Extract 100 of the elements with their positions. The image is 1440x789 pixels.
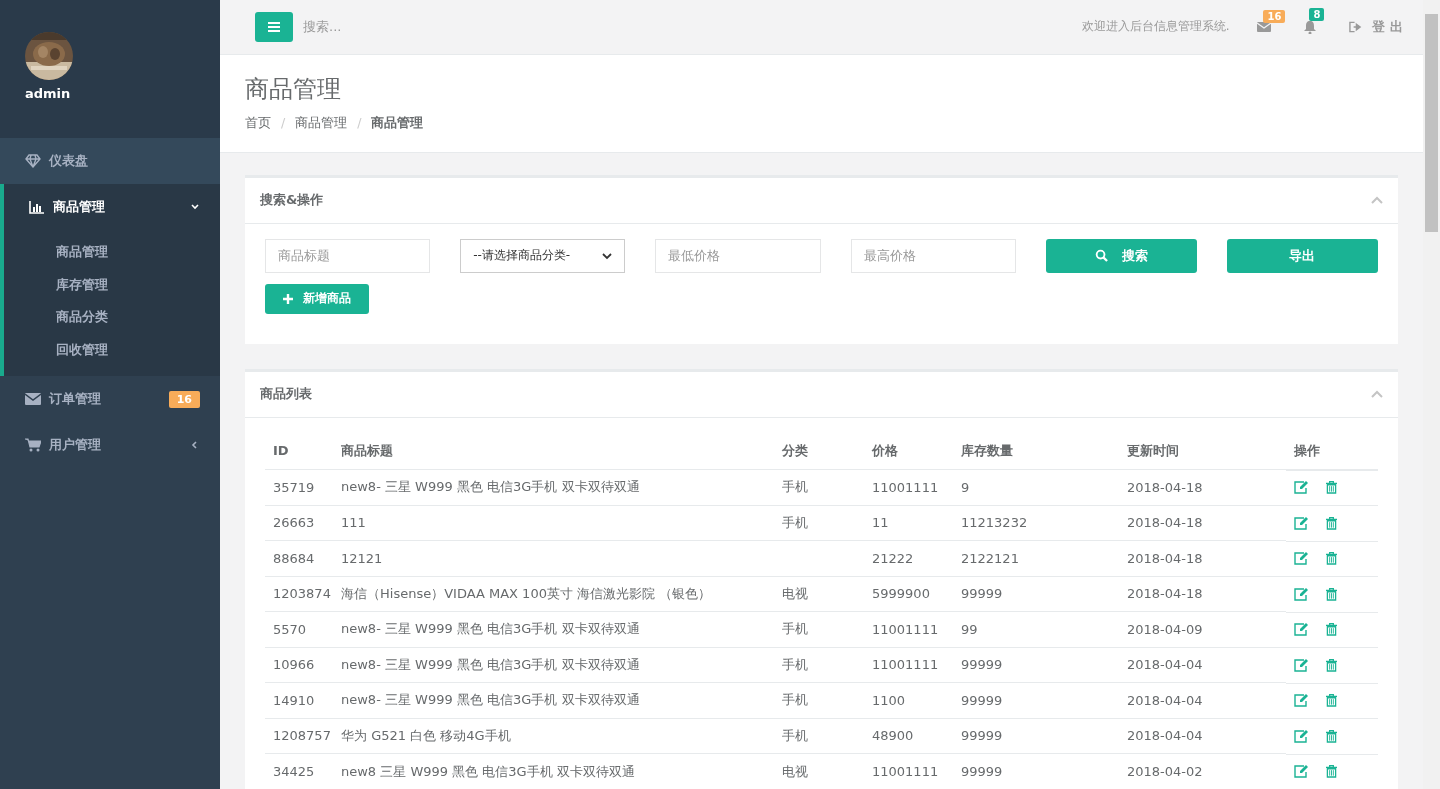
column-header: ID <box>265 432 333 469</box>
submenu-item[interactable]: 商品管理 <box>56 236 108 269</box>
table-cell: 2018-04-18 <box>1127 479 1203 495</box>
table-cell: 海信（Hisense）VIDAA MAX 100英寸 海信激光影院 （银色） <box>341 585 712 601</box>
table-cell: 111 <box>341 515 366 531</box>
menu-button[interactable] <box>255 11 293 42</box>
column-header: 库存数量 <box>953 432 1119 469</box>
edit-icon[interactable] <box>1294 694 1308 708</box>
trash-icon[interactable] <box>1326 552 1337 566</box>
page-title: 商品管理 <box>245 73 342 105</box>
table-cell: 1100 <box>872 692 906 708</box>
bell-icon[interactable] <box>1303 19 1318 34</box>
max-price-field[interactable]: 最高价格 <box>850 238 1016 273</box>
breadcrumb-link[interactable]: 商品管理 <box>371 114 424 132</box>
column-header: 商品标题 <box>333 432 774 469</box>
column-header: 操作 <box>1286 432 1378 469</box>
breadcrumb-link[interactable]: 首页 <box>245 114 271 132</box>
bar-chart-icon <box>29 200 45 214</box>
trash-icon[interactable] <box>1326 658 1337 672</box>
sidebar-item[interactable]: 用户管理 <box>0 422 220 468</box>
panel-title: 搜索&操作 <box>260 191 324 209</box>
count-badge: 16 <box>168 390 200 408</box>
edit-icon[interactable] <box>1294 552 1308 566</box>
mail-icon[interactable] <box>1257 21 1272 32</box>
table-cell: 11001111 <box>872 657 939 673</box>
trash-icon[interactable] <box>1326 765 1337 779</box>
table-cell: 2018-04-18 <box>1127 586 1203 602</box>
table-cell: 手机 <box>782 479 808 494</box>
sidebar-item[interactable]: 订单管理 16 <box>0 376 220 422</box>
sidebar-item[interactable]: 商品管理 <box>0 184 220 230</box>
edit-icon[interactable] <box>1294 658 1308 672</box>
search-field[interactable]: 搜索... <box>301 18 605 36</box>
edit-icon[interactable] <box>1294 623 1308 637</box>
diamond-icon <box>25 154 41 168</box>
edit-icon[interactable] <box>1294 587 1308 601</box>
table-cell: 11001111 <box>872 764 939 779</box>
trash-icon[interactable] <box>1326 587 1337 601</box>
table-cell: 9 <box>961 479 970 495</box>
table-cell: 99999 <box>961 728 1003 744</box>
menu-icon <box>268 21 280 32</box>
submenu-item[interactable]: 库存管理 <box>56 268 108 301</box>
table-cell: 11001111 <box>872 479 939 495</box>
breadcrumb-separator: / <box>357 114 362 132</box>
table-cell: new8- 三星 W999 黑色 电信3G手机 双卡双待双通 <box>341 479 640 494</box>
table-cell: 2018-04-04 <box>1127 728 1203 744</box>
table-cell: 2018-04-18 <box>1127 550 1203 566</box>
cart-icon <box>25 438 41 452</box>
breadcrumb-link[interactable]: 商品管理 <box>295 114 348 132</box>
panel-title: 商品列表 <box>260 385 312 403</box>
column-header: 更新时间 <box>1119 432 1286 469</box>
table-cell: 1203874 <box>273 586 331 602</box>
title-field[interactable]: 商品标题 <box>265 238 431 273</box>
table-cell: 99999 <box>961 764 1003 779</box>
table-cell: 48900 <box>872 728 914 744</box>
table-cell: 电视 <box>782 585 808 601</box>
table-cell: 2018-04-04 <box>1127 657 1203 673</box>
table-cell: 1208757 <box>273 728 331 744</box>
sidebar-item[interactable]: 仪表盘 <box>0 138 220 184</box>
table-cell: 手机 <box>782 656 808 672</box>
table-cell: 99 <box>961 621 978 637</box>
table-cell: 34425 <box>273 764 315 779</box>
column-header: 价格 <box>864 432 953 469</box>
submenu-item[interactable]: 商品分类 <box>56 301 108 334</box>
table-cell: 26663 <box>273 515 315 531</box>
trash-icon[interactable] <box>1326 481 1337 495</box>
table-cell: 2018-04-09 <box>1127 621 1203 637</box>
table-cell: 99999 <box>961 692 1003 708</box>
breadcrumb-separator: / <box>281 114 286 132</box>
table-cell: 88684 <box>273 550 315 566</box>
count-badge: 16 <box>1263 9 1286 23</box>
table-cell: 手机 <box>782 727 808 743</box>
trash-icon[interactable] <box>1326 694 1337 708</box>
table-cell: 5999900 <box>872 586 930 602</box>
table-cell: 10966 <box>273 657 315 673</box>
table-cell: 手机 <box>782 514 808 530</box>
edit-icon[interactable] <box>1294 765 1308 779</box>
caret-icon <box>602 251 613 260</box>
plus-icon <box>283 293 293 304</box>
table-cell: 2018-04-04 <box>1127 692 1203 708</box>
trash-icon[interactable] <box>1326 729 1337 743</box>
table-cell: 11001111 <box>872 621 939 637</box>
search-icon <box>1094 249 1108 262</box>
envelope-icon <box>25 392 41 406</box>
category-select[interactable]: --请选择商品分类- <box>460 238 626 273</box>
edit-icon[interactable] <box>1294 729 1308 743</box>
trash-icon[interactable] <box>1326 516 1337 530</box>
edit-icon[interactable] <box>1294 516 1308 530</box>
table-cell: 2018-04-18 <box>1127 515 1203 531</box>
chevron-up-icon[interactable] <box>1371 196 1383 204</box>
table-cell: 35719 <box>273 479 315 495</box>
table-cell: 11 <box>872 515 889 531</box>
table-cell: 手机 <box>782 692 808 708</box>
table-cell: 电视 <box>782 763 808 779</box>
submenu-item[interactable]: 回收管理 <box>56 333 108 366</box>
table-cell: 14910 <box>273 692 315 708</box>
chevron-up-icon[interactable] <box>1371 390 1383 398</box>
min-price-field[interactable]: 最低价格 <box>655 238 821 273</box>
table-cell: 5570 <box>273 621 307 637</box>
trash-icon[interactable] <box>1326 623 1337 637</box>
edit-icon[interactable] <box>1294 481 1308 495</box>
